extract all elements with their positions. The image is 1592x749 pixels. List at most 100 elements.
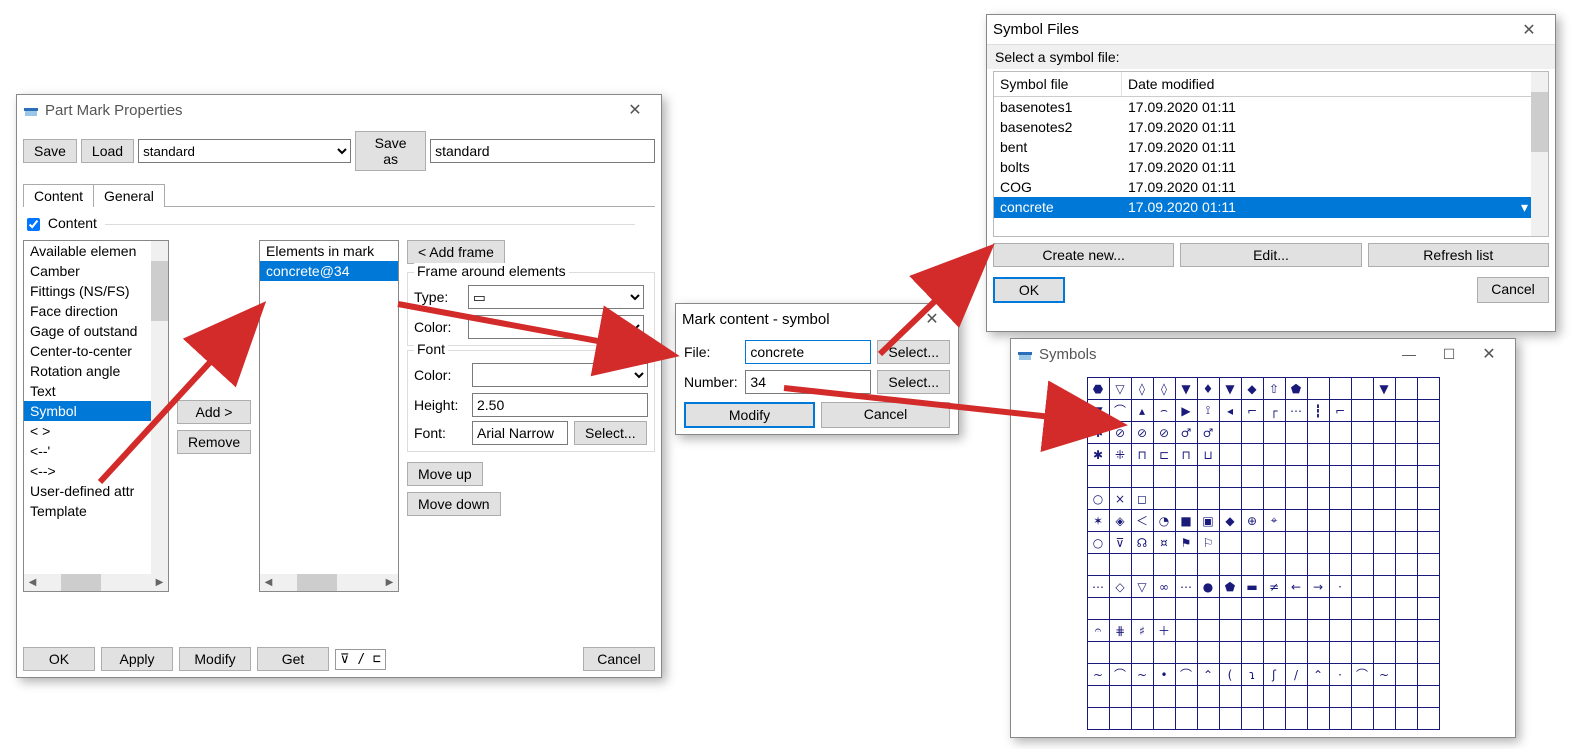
close-icon[interactable]: ✕ (615, 100, 655, 120)
available-item[interactable]: Camber (24, 261, 168, 281)
symbol-cell[interactable] (1418, 598, 1440, 620)
symbol-cell[interactable]: · (1330, 664, 1352, 686)
symbol-cell[interactable] (1330, 620, 1352, 642)
symbol-cell[interactable] (1154, 686, 1176, 708)
scrollbar-vertical[interactable] (151, 241, 168, 574)
symbol-cell[interactable]: ⌒ (1176, 664, 1198, 686)
symbol-cell[interactable] (1088, 642, 1110, 664)
symbol-cell[interactable] (1198, 466, 1220, 488)
symbol-cell[interactable] (1374, 598, 1396, 620)
elements-listbox[interactable]: Elements in mark concrete@34 ◀▶ (259, 240, 399, 592)
symbol-cell[interactable] (1396, 466, 1418, 488)
symbol-cell[interactable]: ✱ (1088, 422, 1110, 444)
symbol-cell[interactable] (1374, 576, 1396, 598)
symbol-cell[interactable] (1264, 532, 1286, 554)
symbol-cell[interactable] (1418, 642, 1440, 664)
symbol-cell[interactable]: ＜ (1132, 510, 1154, 532)
symbol-cell[interactable] (1176, 488, 1198, 510)
symbol-cell[interactable] (1220, 708, 1242, 730)
symbol-cell[interactable]: ⌖ (1264, 510, 1286, 532)
symbol-cell[interactable] (1396, 664, 1418, 686)
symbol-cell[interactable] (1154, 488, 1176, 510)
available-item[interactable]: Fittings (NS/FS) (24, 281, 168, 301)
symbol-cell[interactable] (1308, 708, 1330, 730)
symbol-cell[interactable]: ⋯ (1176, 576, 1198, 598)
symbol-cell[interactable] (1220, 422, 1242, 444)
symbol-cell[interactable] (1088, 598, 1110, 620)
symbol-cell[interactable] (1110, 686, 1132, 708)
symbol-cell[interactable]: ⌐ (1242, 400, 1264, 422)
cancel-button[interactable]: Cancel (821, 402, 950, 428)
table-row[interactable]: concrete17.09.2020 01:11▾ (994, 197, 1548, 218)
symbol-cell[interactable]: ⌃ (1198, 664, 1220, 686)
available-item[interactable]: < > (24, 421, 168, 441)
refresh-button[interactable]: Refresh list (1368, 243, 1549, 267)
symbol-cell[interactable]: ʃ (1264, 664, 1286, 686)
symbol-cell[interactable] (1132, 686, 1154, 708)
symbol-cell[interactable]: ∞ (1154, 576, 1176, 598)
symbol-cell[interactable]: ⚐ (1198, 532, 1220, 554)
symbol-cell[interactable] (1330, 466, 1352, 488)
symbol-cell[interactable]: ⊓ (1176, 444, 1198, 466)
symbol-cell[interactable] (1198, 620, 1220, 642)
symbol-cell[interactable] (1264, 598, 1286, 620)
symbol-cell[interactable]: ◊ (1154, 378, 1176, 400)
symbol-cell[interactable]: ▼ (1220, 378, 1242, 400)
symbol-cell[interactable] (1352, 510, 1374, 532)
symbol-cell[interactable] (1308, 378, 1330, 400)
number-input[interactable] (745, 370, 871, 394)
ok-button[interactable]: OK (23, 647, 95, 671)
symbol-cell[interactable] (1220, 554, 1242, 576)
available-item[interactable]: User-defined attr (24, 481, 168, 501)
symbol-cell[interactable] (1176, 598, 1198, 620)
symbol-cell[interactable] (1374, 422, 1396, 444)
symbol-cell[interactable] (1154, 466, 1176, 488)
symbol-cell[interactable]: ¤ (1154, 532, 1176, 554)
add-button[interactable]: Add > (177, 400, 251, 424)
symbol-cell[interactable] (1330, 422, 1352, 444)
symbol-cell[interactable] (1418, 422, 1440, 444)
symbol-cell[interactable] (1242, 444, 1264, 466)
file-input[interactable] (745, 340, 871, 364)
symbol-cell[interactable]: ⌒ (1110, 400, 1132, 422)
symbol-cell[interactable]: ♦ (1198, 378, 1220, 400)
moveup-button[interactable]: Move up (407, 462, 483, 486)
symbol-cell[interactable]: ◇ (1110, 576, 1132, 598)
symbol-cell[interactable] (1088, 466, 1110, 488)
cancel-button[interactable]: Cancel (583, 647, 655, 671)
symbol-cell[interactable] (1264, 488, 1286, 510)
symbol-cell[interactable] (1352, 488, 1374, 510)
symbol-cell[interactable] (1352, 378, 1374, 400)
symbol-cell[interactable] (1418, 378, 1440, 400)
symbol-cell[interactable] (1110, 466, 1132, 488)
symbol-cell[interactable]: ◈ (1110, 510, 1132, 532)
col-date-modified[interactable]: Date modified (1122, 72, 1548, 96)
symbol-cell[interactable] (1396, 422, 1418, 444)
symbol-cell[interactable] (1088, 708, 1110, 730)
symbol-cell[interactable] (1264, 686, 1286, 708)
minimize-icon[interactable]: — (1389, 346, 1429, 362)
symbol-cell[interactable]: ⟟ (1198, 400, 1220, 422)
symbol-cell[interactable]: ☊ (1132, 532, 1154, 554)
symbol-cell[interactable] (1330, 642, 1352, 664)
symbol-cell[interactable] (1396, 444, 1418, 466)
symbol-cell[interactable] (1396, 378, 1418, 400)
symbol-cell[interactable] (1264, 466, 1286, 488)
symbol-cell[interactable] (1418, 488, 1440, 510)
symbol-cell[interactable] (1374, 708, 1396, 730)
symbol-cell[interactable] (1242, 598, 1264, 620)
file-select-button[interactable]: Select... (877, 340, 950, 364)
symbol-cell[interactable]: ♯ (1132, 620, 1154, 642)
symbol-cell[interactable] (1264, 422, 1286, 444)
symbol-cell[interactable]: ▬ (1242, 576, 1264, 598)
modify-button[interactable]: Modify (179, 647, 251, 671)
symbol-cell[interactable] (1264, 620, 1286, 642)
table-row[interactable]: bent17.09.2020 01:11 (994, 137, 1548, 157)
symbol-cell[interactable] (1418, 532, 1440, 554)
saveas-button[interactable]: Save as (355, 131, 426, 171)
font-input[interactable] (472, 421, 568, 445)
symbol-cell[interactable] (1220, 620, 1242, 642)
symbol-cell[interactable] (1286, 510, 1308, 532)
symbol-cell[interactable]: ~ (1088, 664, 1110, 686)
table-row[interactable]: basenotes117.09.2020 01:11 (994, 97, 1548, 117)
